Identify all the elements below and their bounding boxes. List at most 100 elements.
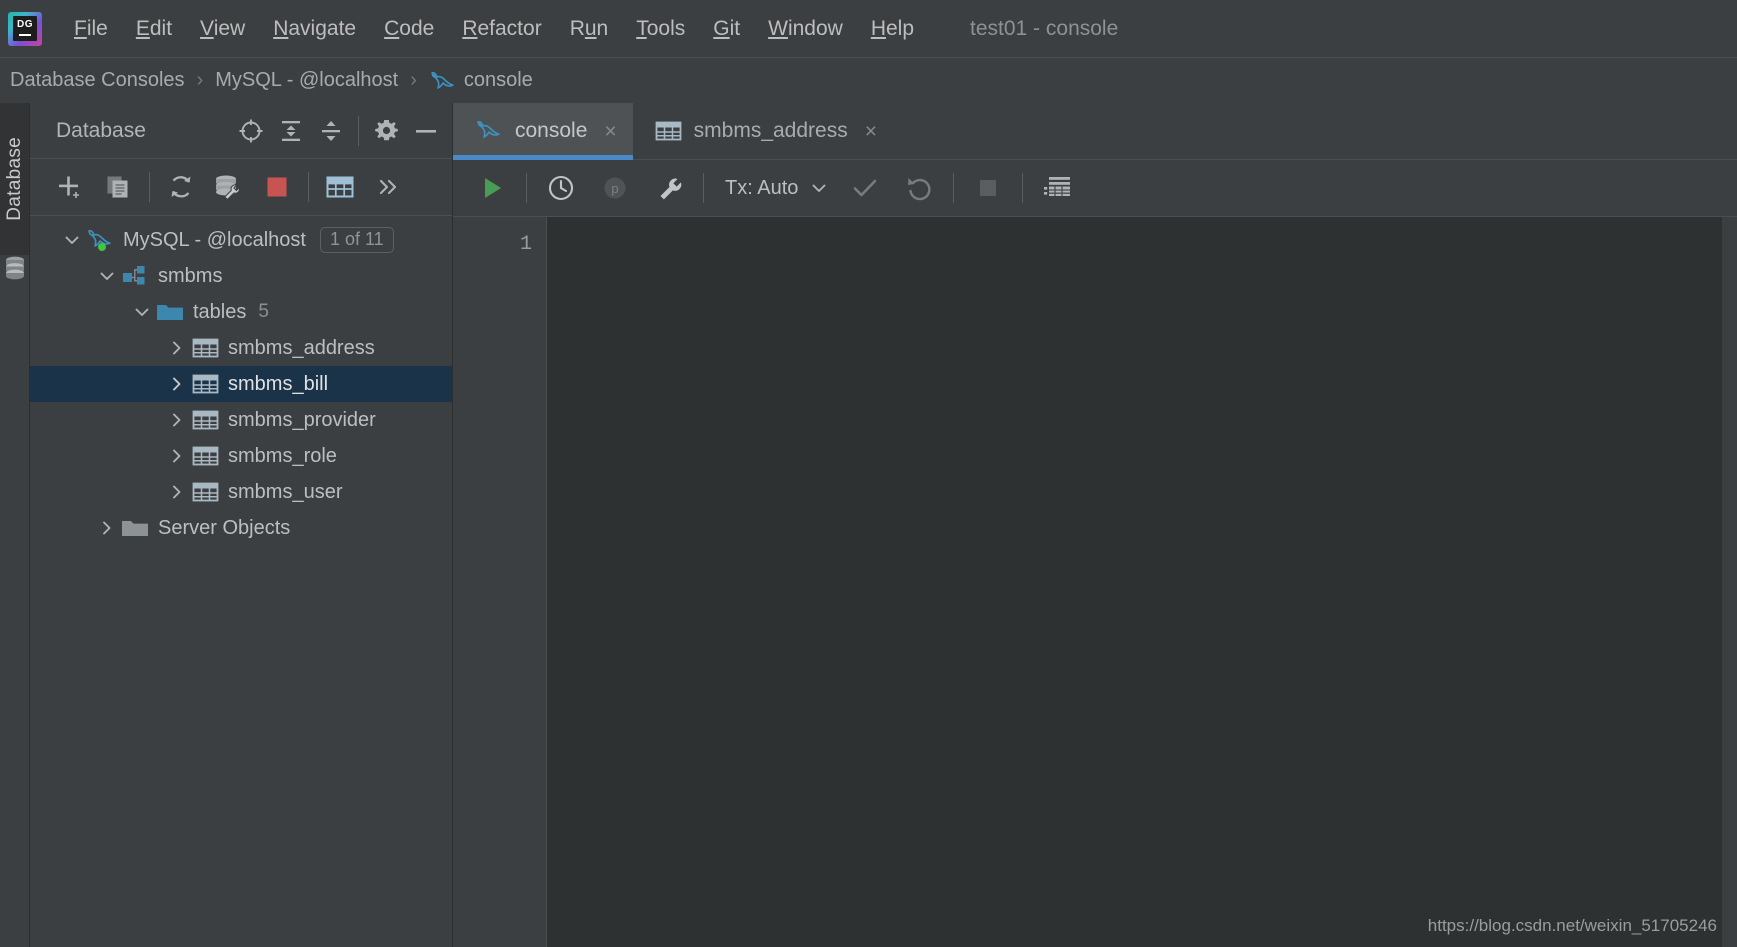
editor-tab-console[interactable]: console ×	[453, 103, 633, 160]
database-wrench-icon[interactable]	[205, 167, 253, 207]
tree-node-label: smbms	[158, 264, 223, 287]
menu-item-run[interactable]: Run	[556, 13, 623, 45]
tree-node-label: tables	[193, 300, 247, 323]
chevron-down-icon[interactable]	[128, 303, 156, 321]
chevron-right-icon[interactable]	[163, 339, 191, 357]
stop-square-icon[interactable]	[961, 165, 1015, 211]
main-body: Database Database MySQL - @localhost 1 o…	[0, 103, 1737, 947]
tree-node-datasource[interactable]: MySQL - @localhost 1 of 11	[30, 222, 452, 258]
menu-bar: DG File Edit View Navigate Code Refactor…	[0, 0, 1737, 57]
breadcrumb-separator: ›	[196, 69, 204, 91]
tree-node-label: smbms_user	[228, 480, 343, 503]
chevron-double-right-icon[interactable]	[364, 167, 412, 207]
tree-node-table-smbms-bill[interactable]: smbms_bill	[30, 366, 452, 402]
collapse-all-icon[interactable]	[311, 111, 351, 151]
table-icon	[191, 481, 219, 503]
tree-node-table-smbms-user[interactable]: smbms_user	[30, 474, 452, 510]
mysql-dolphin-icon	[475, 118, 503, 144]
chevron-right-icon[interactable]	[93, 519, 121, 537]
table-icon	[191, 373, 219, 395]
play-green-icon[interactable]	[465, 165, 519, 211]
clock-icon[interactable]	[534, 165, 588, 211]
red-stop-square-icon[interactable]	[253, 167, 301, 207]
chevron-down-icon	[810, 179, 828, 197]
toolbar-divider	[703, 173, 704, 203]
menu-item-edit[interactable]: Edit	[122, 13, 186, 45]
chevron-right-icon[interactable]	[163, 447, 191, 465]
line-number-gutter: 1	[453, 217, 546, 947]
database-cylinder-icon	[4, 255, 26, 281]
refresh-icon[interactable]	[157, 167, 205, 207]
toolbar-divider	[149, 172, 150, 202]
editor-toolbar: p Tx: Auto	[453, 160, 1737, 217]
breadcrumb-item-console[interactable]: console	[464, 69, 533, 92]
checkmark-icon[interactable]	[838, 165, 892, 211]
data-output-icon[interactable]	[1030, 165, 1084, 211]
breadcrumb-item-database-consoles[interactable]: Database Consoles	[10, 69, 185, 92]
database-panel-header: Database	[30, 103, 452, 159]
tree-node-label: smbms_role	[228, 444, 337, 467]
expand-all-icon[interactable]	[271, 111, 311, 151]
menu-item-help[interactable]: Help	[857, 13, 928, 45]
close-icon[interactable]: ×	[865, 121, 877, 142]
chevron-right-icon[interactable]	[163, 411, 191, 429]
editor-tab-label: console	[515, 119, 588, 142]
app-logo-icon: DG	[8, 11, 42, 46]
wrench-icon[interactable]	[642, 165, 696, 211]
tree-node-label: MySQL - @localhost	[123, 228, 306, 251]
tree-node-tables-folder[interactable]: tables 5	[30, 294, 452, 330]
window-title: test01 - console	[970, 16, 1119, 40]
menu-item-navigate[interactable]: Navigate	[259, 13, 370, 45]
close-icon[interactable]: ×	[604, 121, 616, 142]
plus-icon[interactable]	[46, 167, 94, 207]
chevron-down-icon[interactable]	[93, 267, 121, 285]
tree-node-schema-smbms[interactable]: smbms	[30, 258, 452, 294]
transaction-mode-dropdown[interactable]: Tx: Auto	[711, 177, 838, 200]
menu-item-code[interactable]: Code	[370, 13, 448, 45]
circle-p-icon[interactable]: p	[588, 165, 642, 211]
breadcrumb-item-datasource[interactable]: MySQL - @localhost	[215, 69, 398, 92]
table-icon	[655, 120, 682, 142]
gear-icon[interactable]	[366, 111, 406, 151]
sql-editor-pane[interactable]: https://blog.csdn.net/weixin_51705246	[546, 217, 1737, 947]
menu-item-window[interactable]: Window	[754, 13, 857, 45]
tool-window-tab-database[interactable]: Database	[0, 103, 29, 255]
transaction-mode-label: Tx: Auto	[725, 176, 799, 199]
chevron-right-icon[interactable]	[163, 483, 191, 501]
tool-window-tab-label: Database	[3, 137, 25, 221]
menu-item-tools[interactable]: Tools	[622, 13, 699, 45]
editor-tab-label: smbms_address	[693, 119, 848, 142]
editor-tab-bar: console × smbms_address ×	[453, 103, 1737, 160]
tree-node-label: smbms_provider	[228, 408, 376, 431]
chevron-down-icon[interactable]	[58, 231, 86, 249]
watermark-text: https://blog.csdn.net/weixin_51705246	[1427, 916, 1717, 935]
rollback-arrow-icon[interactable]	[892, 165, 946, 211]
database-tool-window: Database MySQL - @localhost 1 of 11 smbm…	[30, 103, 453, 947]
database-panel-title: Database	[56, 118, 146, 142]
menu-item-refactor[interactable]: Refactor	[448, 13, 555, 45]
chevron-right-icon[interactable]	[163, 375, 191, 393]
database-panel-toolbar	[30, 159, 452, 216]
editor-tab-smbms-address[interactable]: smbms_address ×	[633, 103, 893, 159]
folder-grey-icon	[121, 517, 149, 539]
menu-item-view[interactable]: View	[186, 13, 259, 45]
tree-node-table-smbms-address[interactable]: smbms_address	[30, 330, 452, 366]
database-tree[interactable]: MySQL - @localhost 1 of 11 smbms tables …	[30, 216, 452, 947]
sql-editor[interactable]: 1 https://blog.csdn.net/weixin_51705246	[453, 217, 1737, 947]
tree-node-table-smbms-role[interactable]: smbms_role	[30, 438, 452, 474]
table-icon	[191, 337, 219, 359]
breadcrumb-separator: ›	[410, 69, 417, 91]
toolbar-divider	[358, 115, 359, 146]
menu-item-git[interactable]: Git	[699, 13, 754, 45]
editor-scrollbar[interactable]	[1722, 217, 1737, 947]
mysql-dolphin-icon	[429, 69, 455, 93]
toolbar-divider	[526, 173, 527, 203]
copy-icon[interactable]	[94, 167, 142, 207]
table-grid-icon[interactable]	[316, 167, 364, 207]
minus-icon[interactable]	[406, 111, 446, 151]
tree-node-server-objects[interactable]: Server Objects	[30, 510, 452, 546]
tree-node-table-smbms-provider[interactable]: smbms_provider	[30, 402, 452, 438]
crosshair-icon[interactable]	[231, 111, 271, 151]
menu-item-file[interactable]: File	[60, 13, 122, 45]
line-number: 1	[519, 233, 532, 256]
